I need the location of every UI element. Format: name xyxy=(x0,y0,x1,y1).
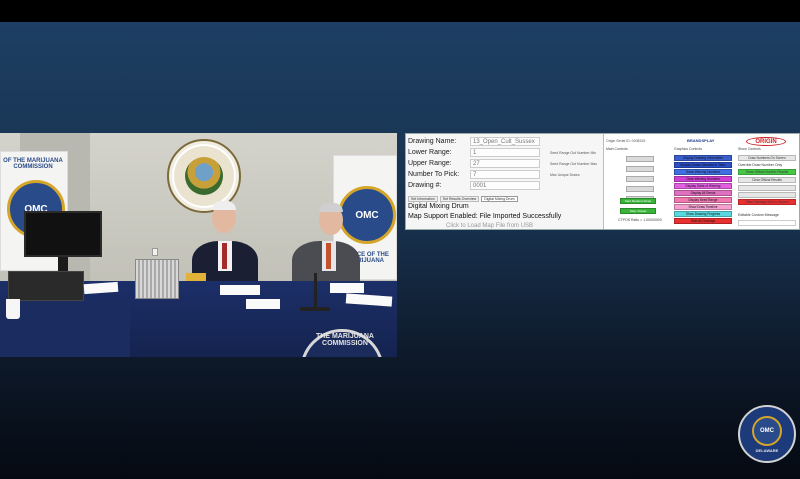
omc-badge-logo: OMC xyxy=(752,415,782,446)
hair-left xyxy=(212,201,236,210)
show-control-button[interactable]: Clear Official Results xyxy=(738,177,796,183)
map-status: Map Support Enabled: File Imported Succe… xyxy=(408,213,562,220)
paper-sheet xyxy=(220,285,260,295)
tie-left xyxy=(222,243,227,269)
lower-range-input[interactable]: 1 xyxy=(470,148,540,157)
badge-state-text: DELAWARE xyxy=(755,447,779,453)
show-official-results-button[interactable]: Show Official Number Results xyxy=(738,169,796,175)
field-lower-range: Lower Range: 1 xyxy=(408,148,540,157)
field-number-to-pick: Number To Pick: 7 xyxy=(408,170,540,179)
brand-logo: BRANDSPLAY xyxy=(687,138,715,143)
graphics-button[interactable]: Clear Winning Numbers xyxy=(674,176,732,182)
camera-video-feed: OMC OF THE MARIJUANA COMMISSION OMC OFFI… xyxy=(0,133,397,357)
tab-digital-mixing-drum[interactable]: Digital Mixing Drum xyxy=(481,196,518,202)
load-map-button[interactable]: Click to Load Map File from USB xyxy=(446,223,533,229)
origin-serial: Origin Serial ID: 0008315 xyxy=(606,139,646,143)
field-upper-range: Upper Range: 27 xyxy=(408,159,540,168)
wire-basket xyxy=(135,259,179,299)
seal-emblem xyxy=(185,157,223,195)
main-control-button[interactable] xyxy=(626,186,654,192)
col-head-graphics: Graphics Controls xyxy=(674,147,703,151)
override-draw-label: Override Draw Number Only xyxy=(738,163,783,167)
side-note: Seed Range Out Number Min xyxy=(550,151,597,155)
field-drawing-name: Drawing Name: 13_Open_Cult_Sussex xyxy=(408,137,540,146)
graphics-button[interactable]: Show Drawing Progress xyxy=(674,211,732,217)
top-letterbox-bar xyxy=(0,0,800,22)
ratio-status: CTPOS Ratio = 1.00000000 xyxy=(618,218,662,222)
col-head-show: Show Controls xyxy=(738,147,761,151)
graphics-button[interactable]: Show Winning Numbers xyxy=(674,169,732,175)
omc-logo-right: OMC xyxy=(338,186,396,244)
drawing-number-input[interactable]: 0001 xyxy=(470,181,540,190)
computer-monitor xyxy=(24,211,102,257)
upper-range-input[interactable]: 27 xyxy=(470,159,540,168)
drawing-software-window: Drawing Name: 13_Open_Cult_Sussex Lower … xyxy=(405,133,800,230)
graphics-button[interactable]: Display All Seeds xyxy=(674,190,732,196)
graphics-button[interactable]: Display Seed Range xyxy=(674,197,732,203)
show-control-button[interactable] xyxy=(738,192,796,198)
field-label: Upper Range: xyxy=(408,160,452,167)
graphics-button[interactable]: Display Draws Selected in Table xyxy=(674,162,732,168)
tab-set-results[interactable]: Set Results Overview xyxy=(439,196,480,202)
omc-corner-badge: OMC DELAWARE xyxy=(738,405,796,463)
graphics-button[interactable]: Display Drawing Information xyxy=(674,155,732,161)
show-control-button[interactable]: Draw Numbers On Screen xyxy=(738,155,796,161)
drawing-info-panel: Drawing Name: 13_Open_Cult_Sussex Lower … xyxy=(406,134,604,229)
field-label: Lower Range: xyxy=(408,149,452,156)
drum-title: Digital Mixing Drum xyxy=(408,203,469,210)
table-skirt-text: THE MARIJUANA COMMISSION xyxy=(316,333,374,347)
audio-mixer xyxy=(8,271,84,301)
number-to-pick-input[interactable]: 7 xyxy=(470,170,540,179)
main-control-button[interactable] xyxy=(626,176,654,182)
microphone-base xyxy=(300,307,330,311)
field-label: Number To Pick: xyxy=(408,171,460,178)
graphics-button[interactable]: Hide All Overlays xyxy=(674,218,732,224)
main-control-button[interactable] xyxy=(626,166,654,172)
paper-sheet xyxy=(330,283,364,293)
main-control-button[interactable] xyxy=(626,156,654,162)
tie-right xyxy=(326,243,331,269)
control-panel: Origin Serial ID: 0008315 BRANDSPLAY ORI… xyxy=(604,134,799,229)
tab-set-information[interactable]: Set Information xyxy=(408,196,438,202)
banner-left-text: OF THE MARIJUANA COMMISSION xyxy=(3,158,63,170)
wall-outlet xyxy=(152,248,158,256)
paper-cup xyxy=(6,299,20,319)
drawing-name-input[interactable]: 13_Open_Cult_Sussex xyxy=(470,137,540,146)
start-draw-button[interactable]: Start Random Draw xyxy=(620,198,656,204)
origin-logo: ORIGIN xyxy=(746,137,786,146)
col-head-main: Main Controls xyxy=(606,147,628,151)
field-label: Drawing Name: xyxy=(408,138,457,145)
graphics-button[interactable]: Display Odds of Winning xyxy=(674,183,732,189)
panel-tabs: Set Information Set Results Overview Dig… xyxy=(408,196,518,202)
microphone-stand xyxy=(314,273,317,309)
custom-message-label: Editable Custom Message xyxy=(738,213,779,217)
paper-sheet xyxy=(246,299,280,309)
field-drawing-number: Drawing #: 0001 xyxy=(408,181,540,190)
field-label: Drawing #: xyxy=(408,182,442,189)
show-control-button[interactable] xyxy=(738,185,796,191)
stop-reset-button[interactable]: Stop / Reset xyxy=(620,208,656,214)
clear-overlays-button[interactable]: Clear Overlays Sent to Screen xyxy=(738,199,796,205)
side-note: Max Unique Draws xyxy=(550,173,580,177)
hair-right xyxy=(319,203,343,212)
side-note: Seed Range Out Number Max xyxy=(550,162,598,166)
graphics-button[interactable]: Show Draw Timeline xyxy=(674,204,732,210)
yellow-folder xyxy=(186,273,206,281)
custom-message-input[interactable] xyxy=(738,220,796,226)
